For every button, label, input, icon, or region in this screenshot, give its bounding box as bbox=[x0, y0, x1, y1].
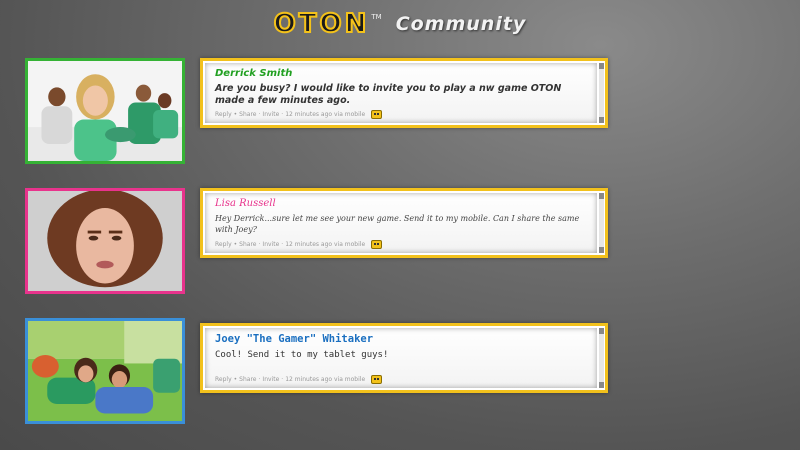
comment-message: Are you busy? I would like to invite you… bbox=[215, 83, 562, 106]
scroll-up-icon[interactable] bbox=[599, 63, 604, 69]
scrollbar[interactable] bbox=[599, 328, 604, 388]
avatar-derrick-smith[interactable] bbox=[25, 58, 185, 164]
oton-face-icon[interactable] bbox=[371, 110, 383, 119]
timestamp: 12 minutes ago via mobile bbox=[285, 376, 366, 383]
scroll-up-icon[interactable] bbox=[599, 328, 604, 334]
invite-link[interactable]: Invite bbox=[262, 241, 279, 248]
reply-link[interactable]: Reply bbox=[215, 241, 232, 248]
scrollbar[interactable] bbox=[599, 63, 604, 123]
comment-card: Derrick Smith Are you busy? I would like… bbox=[200, 58, 608, 128]
avatar-lisa-russell[interactable] bbox=[25, 188, 185, 294]
reply-link[interactable]: Reply bbox=[215, 376, 232, 383]
header: OTON TM Community bbox=[0, 6, 800, 42]
group-photo-image bbox=[28, 61, 182, 161]
comment-body: Lisa Russell Hey Derrick...sure let me s… bbox=[205, 193, 597, 253]
comment-author[interactable]: Lisa Russell bbox=[215, 198, 587, 209]
share-link[interactable]: Share bbox=[239, 376, 256, 383]
comment-author[interactable]: Joey "The Gamer" Whitaker bbox=[215, 333, 587, 345]
comment-message: Hey Derrick...sure let me see your new g… bbox=[215, 214, 580, 234]
scroll-up-icon[interactable] bbox=[599, 193, 604, 199]
oton-logo: OTON TM bbox=[273, 9, 382, 39]
comment-actions: Reply • Share · Invite · 12 minutes ago via… bbox=[215, 110, 383, 119]
share-link[interactable]: Share bbox=[239, 111, 256, 118]
oton-face-icon[interactable] bbox=[371, 240, 383, 249]
scroll-down-icon[interactable] bbox=[599, 382, 604, 388]
trademark: TM bbox=[371, 13, 382, 21]
invite-link[interactable]: Invite bbox=[262, 376, 279, 383]
scrollbar[interactable] bbox=[599, 193, 604, 253]
comment-body: Joey "The Gamer" Whitaker Cool! Send it … bbox=[205, 328, 597, 388]
comment-message: Cool! Send it to my tablet guys! bbox=[215, 350, 389, 360]
oton-face-icon[interactable] bbox=[371, 375, 383, 384]
friends-photo-image bbox=[28, 321, 182, 421]
comment-author[interactable]: Derrick Smith bbox=[215, 68, 587, 79]
comment-card: Lisa Russell Hey Derrick...sure let me s… bbox=[200, 188, 608, 258]
timestamp: 12 minutes ago via mobile bbox=[285, 241, 366, 248]
portrait-photo-image bbox=[28, 191, 182, 291]
reply-link[interactable]: Reply bbox=[215, 111, 232, 118]
page-title: Community bbox=[395, 13, 527, 35]
comment-body: Derrick Smith Are you busy? I would like… bbox=[205, 63, 597, 123]
invite-link[interactable]: Invite bbox=[262, 111, 279, 118]
comment-actions: Reply • Share · Invite · 12 minutes ago via… bbox=[215, 375, 383, 384]
comment-card: Joey "The Gamer" Whitaker Cool! Send it … bbox=[200, 323, 608, 393]
avatar-joey-whitaker[interactable] bbox=[25, 318, 185, 424]
logo-text: OTON bbox=[273, 9, 370, 39]
scroll-down-icon[interactable] bbox=[599, 247, 604, 253]
timestamp: 12 minutes ago via mobile bbox=[285, 111, 366, 118]
share-link[interactable]: Share bbox=[239, 241, 256, 248]
scroll-down-icon[interactable] bbox=[599, 117, 604, 123]
comment-actions: Reply • Share · Invite · 12 minutes ago via… bbox=[215, 240, 383, 249]
